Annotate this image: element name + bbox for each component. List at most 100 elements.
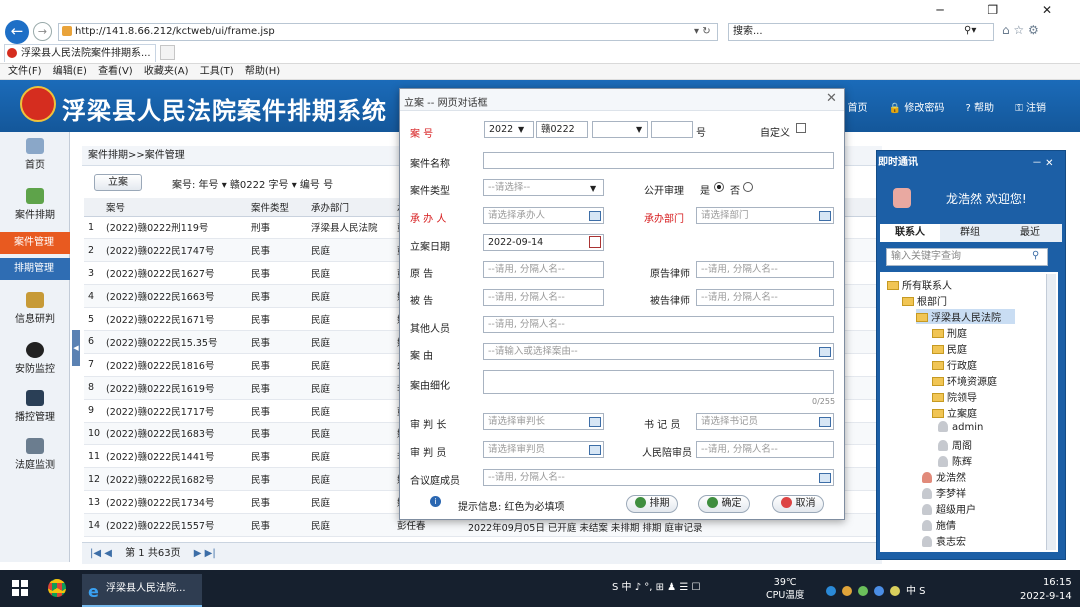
list-picker-icon[interactable] [819,211,831,221]
sidebar-item-broadcast[interactable]: 播控管理 [0,390,70,423]
plaintiff-lawyer-input[interactable]: --请用, 分隔人名-- [696,261,834,278]
new-case-button[interactable]: 立案 [94,174,142,191]
page-indicator[interactable]: 第 1 共63页 [125,548,180,559]
case-no-filter[interactable]: 案号: 年号 ▾ 赣0222 字号 ▾ 编号 号 [172,176,333,191]
network-icon[interactable] [826,586,836,596]
handler-input[interactable]: 请选择承办人 [483,207,604,224]
refresh-icon[interactable]: ▾ ↻ [694,26,711,37]
tree-folder[interactable]: 行政庭 [932,357,977,372]
dept-input[interactable]: 请选择部门 [696,207,834,224]
others-input[interactable]: --请用, 分隔人名-- [483,316,834,333]
menu-help[interactable]: 帮助(H) [245,64,280,79]
address-bar[interactable]: http://141.8.66.212/kctweb/ui/frame.jsp [58,23,718,41]
tab-recent[interactable]: 最近 [1000,224,1060,242]
first-page-button[interactable]: |◀ ◀ [90,548,112,559]
defendant-lawyer-input[interactable]: --请用, 分隔人名-- [696,289,834,306]
cause-input[interactable]: --请输入或选择案由-- [483,343,834,360]
year-select[interactable]: 2022 [484,121,534,138]
tray-icons[interactable]: 中 S [826,582,976,597]
help-link[interactable]: ? 帮助 [966,103,995,114]
contact-item[interactable]: 陈辉 [938,453,972,468]
custom-checkbox[interactable] [796,123,806,133]
tree-folder[interactable]: 院领导 [932,389,977,404]
judge-input[interactable]: 请选择审判长 [483,413,604,430]
tree-folder[interactable]: 浮梁县人民法院 [916,309,1015,324]
juror-input[interactable]: --请用, 分隔人名-- [696,441,834,458]
contact-item[interactable]: 周阁 [938,437,972,452]
contact-item[interactable]: 施倩 [922,517,956,532]
tray-icon[interactable] [874,586,884,596]
browser-tab[interactable]: 浮梁县人民法院案件排期系... × [4,44,156,62]
public-no-radio[interactable] [743,182,753,192]
next-page-button[interactable]: ▶ ▶| [194,548,216,559]
sidebar-item-scheduling[interactable]: 案件排期 [0,188,70,221]
menu-file[interactable]: 文件(F) [8,64,42,79]
judge2-input[interactable]: 请选择审判员 [483,441,604,458]
case-name-input[interactable] [483,152,834,169]
windows-start-icon[interactable] [12,580,28,596]
public-yes-radio[interactable] [714,182,724,192]
case-type-select[interactable]: --请选择-- [483,179,604,196]
cancel-button[interactable]: 取消 [772,495,824,513]
panel-input[interactable]: --请用, 分隔人名-- [483,469,834,486]
tree-folder[interactable]: 刑庭 [932,325,967,340]
clerk-input[interactable]: 请选择书记员 [696,413,834,430]
chrome-taskbar-icon[interactable] [48,579,66,597]
tab-groups[interactable]: 群组 [940,224,1000,242]
tree-folder[interactable]: 环境资源庭 [932,373,997,388]
tray-icon[interactable] [858,586,868,596]
tab-contacts[interactable]: 联系人 [880,224,940,242]
tree-folder[interactable]: 根部门 [902,293,947,308]
back-button[interactable]: ← [5,20,29,44]
list-picker-icon[interactable] [589,211,601,221]
contact-search-input[interactable]: 输入关键字查询 [886,248,1048,266]
list-picker-icon[interactable] [589,445,601,455]
sidebar-item-analysis[interactable]: 信息研判 [0,292,70,325]
schedule-button[interactable]: 排期 [626,495,678,513]
ime-indicator[interactable]: 中 S [906,586,926,597]
ie-taskbar-button[interactable]: 浮梁县人民法院... [82,574,202,607]
change-password-link[interactable]: 🔒 修改密码 [889,103,945,114]
search-input[interactable]: 搜索... [728,23,994,41]
court-code-input[interactable]: 赣0222 [536,121,588,138]
scrollbar[interactable] [1046,274,1056,550]
list-picker-icon[interactable] [819,473,831,483]
menu-favorites[interactable]: 收藏夹(A) [144,64,189,79]
date-input[interactable]: 2022-09-14 [483,234,604,251]
new-tab-button[interactable] [160,45,175,60]
sidebar-item-security[interactable]: 安防监控 [0,342,70,375]
tree-folder[interactable]: 立案庭 [932,405,977,420]
contact-item[interactable]: 袁志宏 [922,533,966,548]
list-picker-icon[interactable] [819,347,831,357]
defendant-input[interactable]: --请用, 分隔人名-- [483,289,604,306]
sidebar-item-home[interactable]: 首页 [0,138,70,171]
tree-folder[interactable]: 民庭 [932,341,967,356]
plaintiff-input[interactable]: --请用, 分隔人名-- [483,261,604,278]
tray-icon[interactable] [890,586,900,596]
search-icon[interactable]: ⚲▾ [964,25,976,36]
collapse-sidebar-handle[interactable]: ◀ [72,330,80,366]
list-picker-icon[interactable] [819,417,831,427]
menu-edit[interactable]: 编辑(E) [53,64,87,79]
contact-item[interactable]: 李梦祥 [922,485,966,500]
chat-window-controls[interactable]: － ✕ [1032,154,1054,169]
menu-view[interactable]: 查看(V) [98,64,133,79]
logout-link[interactable]: ⚿ 注销 [1015,103,1046,114]
dialog-close-button[interactable]: ✕ [826,91,837,106]
cause-detail-textarea[interactable] [483,370,834,394]
search-icon[interactable]: ⚲ [1032,250,1039,261]
menu-tools[interactable]: 工具(T) [200,64,234,79]
system-tray-left[interactable]: S 中 ♪ °, ⊞ ♟ ☰ ☐ [612,578,700,593]
window-controls[interactable]: ─ ❐ ✕ [936,3,1072,17]
contact-item[interactable]: 超级用户 [922,501,976,516]
forward-button[interactable]: → [33,22,52,41]
sidebar-item-case-management[interactable]: 案件管理 [0,232,70,254]
calendar-icon[interactable] [589,236,601,248]
contact-item[interactable]: admin [938,421,983,433]
confirm-button[interactable]: 确定 [698,495,750,513]
clock[interactable]: 16:15 2022-9-14 [1020,576,1072,604]
tree-folder[interactable]: 所有联系人 [887,277,952,292]
sidebar-item-schedule-management[interactable]: 排期管理 [0,258,70,280]
tray-icon[interactable] [842,586,852,596]
sidebar-item-court-monitor[interactable]: 法庭监测 [0,438,70,471]
